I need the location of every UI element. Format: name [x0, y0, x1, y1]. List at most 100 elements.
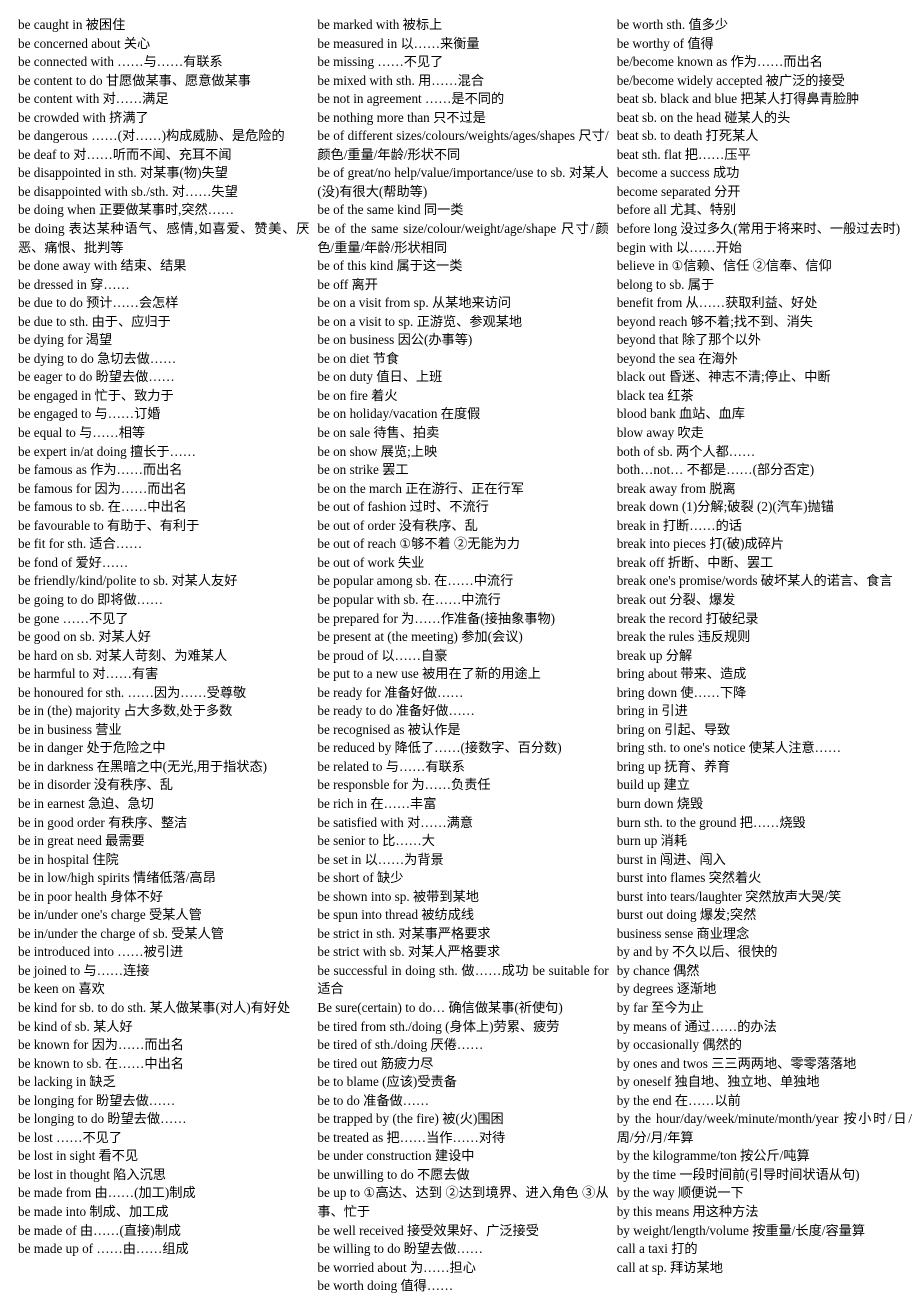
phrase-column-1: be caught in 被困住 be concerned about 关心 be … [18, 16, 317, 1259]
phrase-entry: be to blame (应该)受责备 [317, 1074, 457, 1090]
phrase-entry: be longing for 盼望去做…… [18, 1092, 176, 1108]
phrase-entry: beat sb. black and blue 把某人打得鼻青脸肿 [616, 91, 860, 107]
phrase-entry: be of the same kind 同一类 [317, 202, 464, 218]
phrase-entry: be made of 由……(直接)制成 [18, 1222, 181, 1238]
phrase-entry: by ones and twos 三三两两地、零零落落地 [616, 1055, 857, 1071]
phrase-entry: break into pieces 打(破)成碎片 [616, 536, 785, 552]
phrase-entry: be on strike 罢工 [317, 462, 409, 478]
phrase-entry: be due to do 预计……会怎样 [18, 295, 179, 311]
phrase-entry: break the rules 违反规则 [616, 629, 751, 645]
phrase-entry: by and by 不久以后、很快的 [616, 944, 778, 960]
phrase-entry: be short of 缺少 [317, 870, 404, 886]
phrase-entry: be of great/no help/value/importance/use… [317, 165, 609, 199]
phrase-entry: be fond of 爱好…… [18, 554, 129, 570]
phrase-entry: be on business 因公(办事等) [317, 332, 473, 348]
phrase-entry: both…not… 不都是……(部分否定) [616, 462, 815, 478]
phrase-entry: be spun into thread 被纺成线 [317, 907, 475, 923]
phrase-entry: be present at (the meeting) 参加(会议) [317, 629, 523, 645]
phrase-entry: be treated as 把……当作……对待 [317, 1129, 506, 1145]
phrase-entry: be ready for 准备好做…… [317, 684, 464, 700]
phrase-entry: be in hospital 住院 [18, 851, 119, 867]
phrase-entry: break in 打断……的话 [616, 517, 742, 533]
phrase-column-2: be marked with 被标上 be measured in 以……来衡量 b… [317, 16, 616, 1296]
phrase-entry: bring on 引起、导致 [616, 721, 731, 737]
phrase-entry: be on duty 值日、上班 [317, 369, 443, 385]
phrase-entry: be in darkness 在黑暗之中(无光,用于指状态) [18, 758, 268, 774]
phrase-entry: be to do 准备做…… [317, 1092, 430, 1108]
phrase-entry: be deaf to 对……听而不闻、充耳不闻 [18, 146, 232, 162]
phrase-entry: be on diet 节食 [317, 350, 400, 366]
phrase-entry: be going to do 即将做…… [18, 591, 164, 607]
phrase-entry: be famous for 因为……而出名 [18, 480, 187, 496]
phrase-entry: be recognised as 被认作是 [317, 721, 461, 737]
phrase-entry: be good on sb. 对某人好 [18, 629, 151, 645]
phrase-entry: burst out doing 爆发;突然 [616, 907, 757, 923]
phrase-entry: be doing when 正要做某事时,突然…… [18, 202, 235, 218]
phrase-entry: be done away with 结束、结果 [18, 258, 187, 274]
phrase-entry: be missing ……不见了 [317, 54, 444, 70]
phrase-entry: be tired from sth./doing (身体上)劳累、疲劳 [317, 1018, 560, 1034]
phrase-entry: be rich in 在……丰富 [317, 795, 437, 811]
phrase-entry: be worth doing 值得…… [317, 1278, 454, 1294]
phrase-entry: be of this kind 属于这一类 [317, 258, 463, 274]
phrase-entry: be strict with sb. 对某人严格要求 [317, 944, 501, 960]
phrase-entry: be favourable to 有助于、有利于 [18, 517, 200, 533]
phrase-entry: be out of reach ①够不着 ②无能为力 [317, 536, 520, 552]
phrase-entry: Be sure(certain) to do… 确信做某事(祈使句) [317, 999, 563, 1015]
phrase-entry: be reduced by 降低了……(接数字、百分数) [317, 740, 562, 756]
phrase-entry: be concerned about 关心 [18, 35, 151, 51]
phrase-entry: be in low/high spirits 情绪低落/高昂 [18, 870, 216, 886]
phrase-entry: be lost in sight 看不见 [18, 1148, 139, 1164]
phrase-entry: be engaged in 忙于、致力于 [18, 387, 174, 403]
phrase-entry: break the record 打破纪录 [616, 610, 759, 626]
phrase-entry: before long 没过多久(常用于将来时、一般过去时) [616, 221, 901, 237]
phrase-entry: be lost in thought 陷入沉思 [18, 1166, 166, 1182]
phrase-entry: be popular among sb. 在……中流行 [317, 573, 514, 589]
phrase-entry: become a success 成功 [616, 165, 740, 181]
phrase-entry: be successful in doing sth. 做……成功 be sui… [317, 962, 609, 997]
phrase-entry: be mixed with sth. 用……混合 [317, 72, 485, 88]
phrase-entry: be disappointed in sth. 对某事(物)失望 [18, 165, 228, 181]
phrase-entry: be on show 展览;上映 [317, 443, 438, 459]
phrase-entry: be in business 营业 [18, 721, 122, 737]
phrase-entry: be prepared for 为……作准备(接抽象事物) [317, 610, 556, 626]
phrase-entry: be on a visit to sp. 正游览、参观某地 [317, 313, 523, 329]
phrase-entry: by means of 通过……的办法 [616, 1018, 777, 1034]
phrase-entry: be of different sizes/colours/weights/ag… [317, 128, 609, 162]
phrase-entry: be eager to do 盼望去做…… [18, 369, 175, 385]
phrase-entry: be on fire 着火 [317, 387, 398, 403]
phrase-entry: call at sp. 拜访某地 [616, 1259, 723, 1275]
phrase-entry: be measured in 以……来衡量 [317, 35, 480, 51]
phrase-entry: black tea 红茶 [616, 387, 694, 403]
phrase-entry: be/become widely accepted 被广泛的接受 [616, 72, 845, 88]
phrase-entry: burst into flames 突然着火 [616, 870, 762, 886]
phrase-entry: be tired of sth./doing 厌倦…… [317, 1037, 484, 1053]
phrase-entry: be fit for sth. 适合…… [18, 536, 143, 552]
phrase-entry: be known for 因为……而出名 [18, 1037, 184, 1053]
phrase-entry: be connected with ……与……有联系 [18, 54, 223, 70]
phrase-entry: be nothing more than 只不过是 [317, 109, 486, 125]
phrase-entry: be worth sth. 值多少 [616, 17, 729, 32]
phrase-entry: be unwilling to do 不愿去做 [317, 1166, 470, 1182]
phrase-entry: before all 尤其、特别 [616, 202, 737, 218]
phrase-entry: by occasionally 偶然的 [616, 1037, 742, 1053]
phrase-entry: build up 建立 [616, 777, 690, 793]
phrase-entry: burn sth. to the ground 把……烧毁 [616, 814, 806, 830]
phrase-entry: be dressed in 穿…… [18, 276, 130, 292]
phrase-entry: be put to a new use 被用在了新的用途上 [317, 666, 541, 682]
phrase-entry: be on holiday/vacation 在度假 [317, 406, 481, 422]
phrase-entry: be marked with 被标上 [317, 17, 443, 32]
phrase-entry: be out of fashion 过时、不流行 [317, 499, 489, 515]
phrase-entry: be caught in 被困住 [18, 17, 126, 32]
phrase-entry: be due to sth. 由于、应归于 [18, 313, 171, 329]
phrase-entry: be in disorder 没有秩序、乱 [18, 777, 173, 793]
phrase-entry: be satisfied with 对……满意 [317, 814, 474, 830]
phrase-entry: be worthy of 值得 [616, 35, 714, 51]
phrase-entry: be dangerous ……(对……)构成威胁、是危险的 [18, 128, 285, 144]
phrase-entry: be in earnest 急迫、急切 [18, 795, 154, 811]
phrase-entry: by the kilogramme/ton 按公斤/吨算 [616, 1148, 810, 1164]
phrase-entry: be made into 制成、加工成 [18, 1204, 169, 1219]
phrase-entry: be made from 由……(加工)制成 [18, 1185, 196, 1201]
phrase-entry: be dying for 渴望 [18, 332, 113, 348]
phrase-entry: by weight/length/volume 按重量/长度/容量算 [616, 1222, 866, 1238]
